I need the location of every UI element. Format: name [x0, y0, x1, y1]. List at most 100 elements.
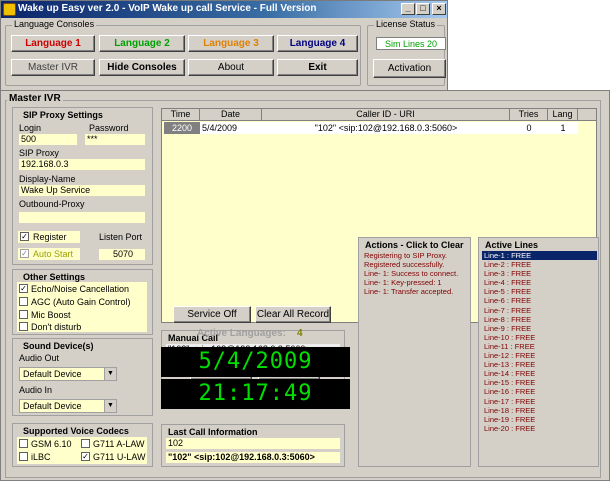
list-item[interactable]: Line-10 : FREE	[482, 333, 597, 342]
audio-out-value: Default Device	[23, 369, 82, 379]
column-header-lang[interactable]: Lang	[548, 109, 578, 121]
list-item[interactable]: Line-6 : FREE	[482, 296, 597, 305]
echo-cancellation-checkbox[interactable]: ✓	[19, 284, 28, 293]
outbound-proxy-input[interactable]	[19, 212, 145, 223]
agc-checkbox[interactable]	[19, 297, 28, 306]
audio-out-select[interactable]: Default Device ▼	[19, 367, 117, 381]
g711-ulaw-checkbox[interactable]: ✓	[81, 452, 90, 461]
actions-list[interactable]: Registering to SIP Proxy. Registered suc…	[362, 251, 469, 465]
register-checkbox[interactable]: ✓	[20, 232, 29, 241]
list-item[interactable]: Line-16 : FREE	[482, 387, 597, 396]
dont-disturb-label: Don't disturb	[31, 322, 82, 332]
password-input[interactable]: ***	[85, 134, 145, 145]
other-settings-panel: Other Settings ✓ Echo/Noise Cancellation…	[12, 269, 153, 335]
password-label: Password	[89, 123, 129, 133]
log-cell-time[interactable]: 2200	[164, 122, 200, 134]
master-ivr-button[interactable]: Master IVR	[11, 59, 95, 76]
audio-out-dropdown-icon[interactable]: ▼	[104, 368, 116, 380]
list-item[interactable]: Line-4 : FREE	[482, 278, 597, 287]
list-item[interactable]: Registered successfully.	[362, 260, 469, 269]
auto-start-option[interactable]: ✓ Auto Start	[18, 248, 80, 260]
app-icon	[3, 3, 16, 16]
list-item[interactable]: Line-5 : FREE	[482, 287, 597, 296]
list-item[interactable]: Line-14 : FREE	[482, 369, 597, 378]
time-display: 21:17:49	[161, 379, 350, 409]
hide-consoles-button[interactable]: Hide Consoles	[99, 59, 185, 76]
list-item[interactable]: Line-11 : FREE	[482, 342, 597, 351]
list-item[interactable]: Line-17 : FREE	[482, 397, 597, 406]
agc-label: AGC (Auto Gain Control)	[31, 297, 131, 307]
language-1-button[interactable]: Language 1	[11, 35, 95, 52]
list-item[interactable]: Line-18 : FREE	[482, 406, 597, 415]
list-item[interactable]: Line-3 : FREE	[482, 269, 597, 278]
maximize-button[interactable]: □	[416, 3, 430, 15]
list-item[interactable]: Line-9 : FREE	[482, 324, 597, 333]
active-languages-count: 4	[297, 328, 303, 339]
voice-codecs-panel: Supported Voice Codecs GSM 6.10 G711 A-L…	[12, 423, 153, 467]
actions-title: Actions - Click to Clear	[365, 240, 464, 250]
console-window: Wake up Easy ver 2.0 - VoIP Wake up call…	[0, 0, 448, 91]
display-name-input[interactable]: Wake Up Service	[19, 185, 145, 196]
ilbc-checkbox[interactable]	[19, 452, 28, 461]
audio-in-dropdown-icon[interactable]: ▼	[104, 400, 116, 412]
g711-ulaw-label: G711 U-LAW	[93, 452, 146, 462]
auto-start-checkbox[interactable]: ✓	[20, 249, 29, 258]
master-ivr-window: Master IVR SIP Proxy Settings Login Pass…	[0, 90, 610, 481]
date-display: 5/4/2009	[161, 347, 350, 377]
mic-boost-checkbox[interactable]	[19, 310, 28, 319]
other-settings-title: Other Settings	[23, 272, 86, 282]
minimize-button[interactable]: _	[401, 3, 415, 15]
gsm-label: GSM 6.10	[31, 439, 72, 449]
clear-all-record-button[interactable]: Clear All Record	[255, 306, 331, 323]
log-cell-lang[interactable]: 1	[548, 122, 578, 134]
audio-in-select[interactable]: Default Device ▼	[19, 399, 117, 413]
activation-button[interactable]: Activation	[373, 59, 446, 78]
list-item[interactable]: Registering to SIP Proxy.	[362, 251, 469, 260]
echo-cancellation-label: Echo/Noise Cancellation	[31, 284, 130, 294]
log-cell-tries[interactable]: 0	[510, 122, 548, 134]
sip-proxy-panel: SIP Proxy Settings Login Password 500 **…	[12, 107, 153, 265]
login-input[interactable]: 500	[19, 134, 77, 145]
column-header-caller[interactable]: Caller ID - URI	[262, 109, 510, 121]
list-item[interactable]: Line-15 : FREE	[482, 378, 597, 387]
sound-devices-title: Sound Device(s)	[23, 341, 94, 351]
license-status-title: License Status	[374, 19, 438, 29]
register-option[interactable]: ✓ Register	[18, 231, 80, 243]
display-name-label: Display-Name	[19, 174, 76, 184]
column-header-time[interactable]: Time	[162, 109, 200, 121]
log-cell-date[interactable]: 5/4/2009	[200, 122, 262, 134]
list-item[interactable]: Line-12 : FREE	[482, 351, 597, 360]
list-item[interactable]: Line-20 : FREE	[482, 424, 597, 433]
active-languages-label: Active Languages:	[197, 328, 286, 339]
g711-alaw-checkbox[interactable]	[81, 439, 90, 448]
exit-button[interactable]: Exit	[277, 59, 358, 76]
last-call-title: Last Call Information	[168, 427, 258, 437]
title-bar[interactable]: Wake up Easy ver 2.0 - VoIP Wake up call…	[1, 1, 447, 18]
list-item[interactable]: Line-7 : FREE	[482, 306, 597, 315]
list-item[interactable]: Line-1 : FREE	[482, 251, 597, 261]
language-3-button[interactable]: Language 3	[188, 35, 274, 52]
list-item[interactable]: Line-2 : FREE	[482, 260, 597, 269]
gsm-checkbox[interactable]	[19, 439, 28, 448]
active-lines-list[interactable]: Line-1 : FREE Line-2 : FREE Line-3 : FRE…	[482, 251, 597, 465]
column-header-date[interactable]: Date	[200, 109, 262, 121]
list-item[interactable]: Line- 1: Transfer accepted.	[362, 287, 469, 296]
listen-port-input[interactable]: 5070	[99, 249, 145, 260]
list-item[interactable]: Line-8 : FREE	[482, 315, 597, 324]
language-4-button[interactable]: Language 4	[277, 35, 358, 52]
log-cell-caller[interactable]: "102" <sip:102@192.168.0.3:5060>	[262, 122, 510, 134]
list-item[interactable]: Line- 1: Success to connect.	[362, 269, 469, 278]
list-item[interactable]: Line-13 : FREE	[482, 360, 597, 369]
close-button[interactable]: ×	[432, 3, 446, 15]
language-2-button[interactable]: Language 2	[99, 35, 185, 52]
sip-proxy-input[interactable]: 192.168.0.3	[19, 159, 145, 170]
list-item[interactable]: Line-19 : FREE	[482, 415, 597, 424]
actions-panel[interactable]: Actions - Click to Clear Registering to …	[358, 237, 471, 467]
list-item[interactable]: Line- 1: Key-pressed: 1	[362, 278, 469, 287]
column-header-tries[interactable]: Tries	[510, 109, 548, 121]
active-lines-title: Active Lines	[485, 240, 539, 250]
sound-devices-panel: Sound Device(s) Audio Out Default Device…	[12, 338, 153, 416]
service-off-button[interactable]: Service Off	[173, 306, 251, 323]
about-button[interactable]: About	[188, 59, 274, 76]
dont-disturb-checkbox[interactable]	[19, 322, 28, 331]
